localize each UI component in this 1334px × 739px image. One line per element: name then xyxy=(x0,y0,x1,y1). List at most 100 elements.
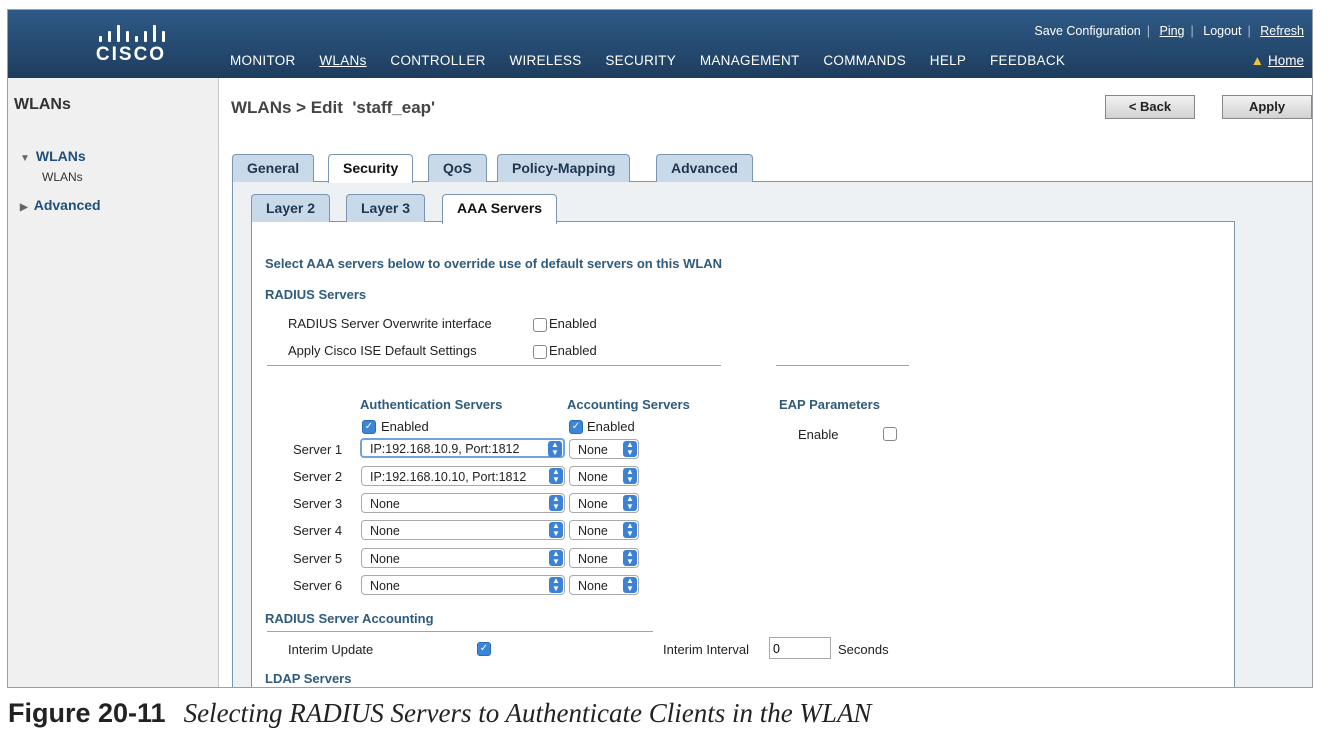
interim-update-checkbox[interactable]: ✓ xyxy=(477,642,491,656)
ldap-servers-heading: LDAP Servers xyxy=(265,671,352,686)
server-2-label: Server 2 xyxy=(293,469,343,484)
interim-interval-label: Interim Interval xyxy=(663,642,749,657)
subtab-layer-2[interactable]: Layer 2 xyxy=(251,194,331,222)
select-arrows-icon: ▲ ▼ xyxy=(548,441,562,457)
select-arrows-icon: ▲ ▼ xyxy=(549,522,563,538)
tab-advanced[interactable]: Advanced xyxy=(656,154,753,182)
divider xyxy=(267,365,721,366)
acct-servers-heading: Accounting Servers xyxy=(567,397,690,412)
main-nav: MONITOR WLANs CONTROLLER WIRELESS SECURI… xyxy=(230,53,1085,68)
cisco-logo: CISCO xyxy=(46,20,216,66)
select-value: None xyxy=(578,579,608,593)
nav-wlans[interactable]: WLANs xyxy=(319,53,366,68)
acct-enabled-label: Enabled xyxy=(587,419,635,434)
radius-servers-heading: RADIUS Servers xyxy=(265,287,367,302)
collapsed-triangle-icon: ▶ xyxy=(20,202,28,213)
auth-servers-heading: Authentication Servers xyxy=(360,397,503,412)
select-arrows-icon: ▲ ▼ xyxy=(549,577,563,593)
eap-parameters-heading: EAP Parameters xyxy=(779,397,880,412)
select-value: None xyxy=(370,579,400,593)
select-value: None xyxy=(370,524,400,538)
sidebar-item-advanced[interactable]: ▶ Advanced xyxy=(20,197,101,213)
server-1-auth-select[interactable]: IP:192.168.10.9, Port:1812 ▲ ▼ xyxy=(360,438,565,458)
nav-controller[interactable]: CONTROLLER xyxy=(390,53,485,68)
server-4-label: Server 4 xyxy=(293,523,343,538)
back-button[interactable]: < Back xyxy=(1105,95,1195,119)
select-value: None xyxy=(578,470,608,484)
server-1-acct-select[interactable]: None ▲ ▼ xyxy=(569,439,639,459)
auth-enabled-checkbox[interactable]: ✓ xyxy=(362,420,376,434)
server-6-acct-select[interactable]: None ▲ ▼ xyxy=(569,575,639,595)
server-6-auth-select[interactable]: None ▲ ▼ xyxy=(361,575,565,595)
tab-policy-mapping[interactable]: Policy-Mapping xyxy=(497,154,631,182)
sidebar-item-wlans[interactable]: ▼ WLANs xyxy=(20,148,86,164)
tab-qos[interactable]: QoS xyxy=(428,154,487,182)
refresh-link[interactable]: Refresh xyxy=(1260,24,1304,38)
select-arrows-icon: ▲ ▼ xyxy=(549,495,563,511)
sidebar-subitem-wlans[interactable]: WLANs xyxy=(42,170,83,184)
apply-button[interactable]: Apply xyxy=(1222,95,1312,119)
server-2-acct-select[interactable]: None ▲ ▼ xyxy=(569,466,639,486)
select-value: None xyxy=(578,552,608,566)
divider xyxy=(267,631,653,632)
overwrite-interface-checkbox[interactable] xyxy=(533,318,547,332)
select-value: None xyxy=(578,524,608,538)
tab-security[interactable]: Security xyxy=(328,154,414,183)
server-3-label: Server 3 xyxy=(293,496,343,511)
ping-link[interactable]: Ping xyxy=(1159,24,1184,38)
figure-caption: Figure 20-11 Selecting RADIUS Servers to … xyxy=(8,698,871,729)
aaa-intro: Select AAA servers below to override use… xyxy=(265,256,723,271)
acct-enabled-checkbox[interactable]: ✓ xyxy=(569,420,583,434)
logo-text: CISCO xyxy=(95,44,167,65)
select-value: None xyxy=(578,443,608,457)
subtab-aaa-servers[interactable]: AAA Servers xyxy=(442,194,558,224)
select-value: None xyxy=(370,552,400,566)
select-arrows-icon: ▲ ▼ xyxy=(623,522,637,538)
select-value: None xyxy=(578,497,608,511)
controller-window: CISCO Save Configuration | Ping | Logout | … xyxy=(7,9,1313,688)
select-arrows-icon: ▲ ▼ xyxy=(623,468,637,484)
ise-enabled-label: Enabled xyxy=(549,343,597,358)
nav-management[interactable]: MANAGEMENT xyxy=(700,53,800,68)
server-5-acct-select[interactable]: None ▲ ▼ xyxy=(569,548,639,568)
sidebar: WLANs ▼ WLANs WLANs ▶ Advanced xyxy=(8,78,219,687)
main-content: WLANs > Edit 'staff_eap' < Back Apply Ge… xyxy=(219,78,1312,687)
nav-security[interactable]: SECURITY xyxy=(605,53,676,68)
server-4-auth-select[interactable]: None ▲ ▼ xyxy=(361,520,565,540)
logout-link[interactable]: Logout xyxy=(1203,24,1241,38)
home-icon: ▲ xyxy=(1250,53,1264,68)
interim-interval-input[interactable]: 0 xyxy=(769,637,831,659)
ise-default-label: Apply Cisco ISE Default Settings xyxy=(288,343,477,358)
radius-accounting-heading: RADIUS Server Accounting xyxy=(265,611,434,626)
select-value: IP:192.168.10.10, Port:1812 xyxy=(370,470,527,484)
select-arrows-icon: ▲ ▼ xyxy=(549,550,563,566)
divider xyxy=(776,365,909,366)
tab-general[interactable]: General xyxy=(232,154,315,182)
overwrite-enabled-label: Enabled xyxy=(549,316,597,331)
nav-monitor[interactable]: MONITOR xyxy=(230,53,296,68)
select-arrows-icon: ▲ ▼ xyxy=(549,468,563,484)
figure-caption-text: Selecting RADIUS Servers to Authenticate… xyxy=(183,698,872,728)
server-5-auth-select[interactable]: None ▲ ▼ xyxy=(361,548,565,568)
sidebar-item-label: Advanced xyxy=(33,197,101,213)
eap-enable-checkbox[interactable] xyxy=(883,427,897,441)
save-configuration-link[interactable]: Save Configuration xyxy=(1034,24,1140,38)
server-3-acct-select[interactable]: None ▲ ▼ xyxy=(569,493,639,513)
nav-feedback[interactable]: FEEDBACK xyxy=(990,53,1065,68)
server-4-acct-select[interactable]: None ▲ ▼ xyxy=(569,520,639,540)
nav-commands[interactable]: COMMANDS xyxy=(823,53,906,68)
server-3-auth-select[interactable]: None ▲ ▼ xyxy=(361,493,565,513)
nav-help[interactable]: HELP xyxy=(930,53,966,68)
subtab-layer-3[interactable]: Layer 3 xyxy=(346,194,426,222)
sidebar-title: WLANs xyxy=(14,96,71,113)
select-arrows-icon: ▲ ▼ xyxy=(623,495,637,511)
nav-wireless[interactable]: WIRELESS xyxy=(509,53,581,68)
top-header: CISCO Save Configuration | Ping | Logout | … xyxy=(8,10,1312,78)
ise-default-checkbox[interactable] xyxy=(533,345,547,359)
eap-enable-label: Enable xyxy=(798,427,839,442)
server-2-auth-select[interactable]: IP:192.168.10.10, Port:1812 ▲ ▼ xyxy=(361,466,565,486)
select-value: IP:192.168.10.9, Port:1812 xyxy=(370,442,520,456)
auth-enabled-label: Enabled xyxy=(381,419,429,434)
home-link[interactable]: ▲ Home xyxy=(1251,53,1304,68)
select-arrows-icon: ▲ ▼ xyxy=(623,441,637,457)
